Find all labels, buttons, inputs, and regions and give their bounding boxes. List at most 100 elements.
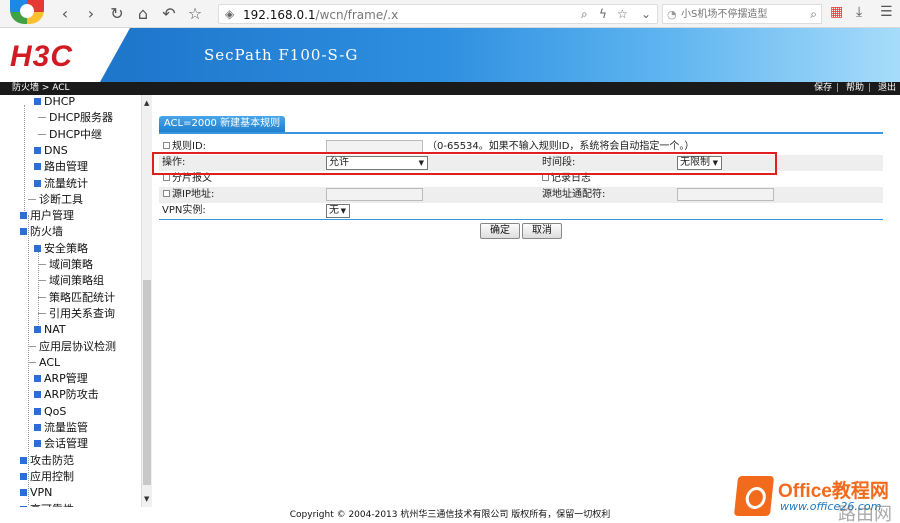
rule-id-label: 规则ID: <box>172 141 207 152</box>
sidebar-item-nat[interactable]: NAT <box>34 322 66 338</box>
sidebar-item-policy-match-stats[interactable]: 策略匹配统计 <box>38 290 115 306</box>
sidebar-item-dhcp-relay[interactable]: DHCP中继 <box>38 127 102 143</box>
source-wildcard-input[interactable] <box>677 188 774 201</box>
forward-icon[interactable]: › <box>80 3 102 25</box>
folder-node-icon <box>34 375 41 383</box>
sidebar-item-app-control[interactable]: 应用控制 <box>20 469 74 485</box>
sidebar-item-diagnostics[interactable]: 诊断工具 <box>28 192 83 208</box>
ok-button[interactable]: 确定 <box>480 223 520 239</box>
source-ip-input[interactable] <box>326 188 423 201</box>
sidebar-item-label: 流量监管 <box>44 421 88 434</box>
folder-node-icon <box>34 440 41 448</box>
address-bar[interactable]: ◈ 192.168.0.1/wcn/frame/.x ⌕ ϟ ☆ ⌄ <box>218 4 658 24</box>
logout-link[interactable]: 退出 <box>878 83 896 93</box>
sidebar-item-qos[interactable]: QoS <box>34 404 66 420</box>
browser-logo-icon <box>10 0 44 24</box>
sidebar-item-vpn[interactable]: VPN <box>20 485 52 501</box>
refresh-icon[interactable]: ↻ <box>106 3 128 25</box>
save-link[interactable]: 保存 <box>814 83 832 93</box>
sidebar-item-security-policy[interactable]: 安全策略 <box>34 241 88 257</box>
watermark-extra: 路由网 <box>838 504 892 523</box>
home-icon[interactable]: ⌂ <box>132 3 154 25</box>
tree-branch-icon <box>38 296 46 298</box>
sidebar-item-reference-query[interactable]: 引用关系查询 <box>38 306 115 322</box>
sidebar-item-user-mgmt[interactable]: 用户管理 <box>20 208 74 224</box>
sidebar-scrollbar[interactable]: ▲ ▼ <box>141 95 152 507</box>
folder-node-icon <box>34 326 41 334</box>
search-input[interactable] <box>681 7 799 21</box>
address-url[interactable]: 192.168.0.1/wcn/frame/.x <box>243 8 398 22</box>
scroll-thumb[interactable] <box>143 280 151 485</box>
help-link[interactable]: 帮助 <box>846 83 864 93</box>
fragment-checkbox[interactable] <box>163 174 170 181</box>
tree-guide-line <box>24 105 25 215</box>
sidebar-item-dns[interactable]: DNS <box>34 143 68 159</box>
source-ip-row: 源IP地址: 源地址通配符: <box>159 187 883 203</box>
folder-node-icon <box>34 163 41 171</box>
cancel-button[interactable]: 取消 <box>522 223 562 239</box>
source-ip-label: 源IP地址: <box>172 189 215 200</box>
undo-icon[interactable]: ↶ <box>158 3 180 25</box>
chevron-down-icon: ▼ <box>340 207 346 215</box>
sidebar-item-interzone-policy-group[interactable]: 域间策略组 <box>38 273 104 289</box>
sidebar-item-routing[interactable]: 路由管理 <box>34 159 88 175</box>
sidebar-item-arp-mgmt[interactable]: ARP管理 <box>34 371 88 387</box>
vpn-label: VPN实例: <box>162 205 206 216</box>
sidebar-item-dhcp[interactable]: DHCP <box>34 95 75 110</box>
favorite-star-icon[interactable]: ☆ <box>184 3 206 25</box>
folder-node-icon <box>34 146 41 154</box>
folder-node-icon <box>20 212 27 220</box>
sidebar-item-traffic-policing[interactable]: 流量监管 <box>34 420 88 436</box>
security-shield-icon: ◈ <box>225 7 235 21</box>
sidebar-item-label: DNS <box>44 143 68 157</box>
source-ip-checkbox[interactable] <box>163 190 170 197</box>
tab-new-basic-rule[interactable]: ACL=2000 新建基本规则 <box>159 116 285 132</box>
nav-strip: 防火墙 > ACL 保存 | 帮助 | 退出 <box>0 82 900 95</box>
menu-icon[interactable]: ☰ <box>880 4 893 20</box>
device-model: SecPath F100-S-G <box>204 46 359 64</box>
sidebar-item-interzone-policy[interactable]: 域间策略 <box>38 257 93 273</box>
sidebar-item-arp-defense[interactable]: ARP防攻击 <box>34 387 99 403</box>
scroll-up-icon[interactable]: ▲ <box>144 99 149 107</box>
sidebar-tree: DHCP DHCP服务器 DHCP中继 DNS 路由管理流量统计 诊断工具用户管理 防火墙安… <box>0 95 152 507</box>
folder-node-icon <box>20 489 27 497</box>
vpn-select[interactable]: 无 ▼ <box>326 204 350 218</box>
sidebar-item-acl[interactable]: ACL <box>28 355 60 371</box>
tree-branch-icon <box>38 264 46 265</box>
search-icon[interactable]: ⌕ <box>810 7 817 22</box>
folder-node-icon <box>34 407 41 415</box>
sidebar-item-attack-defense[interactable]: 攻击防范 <box>20 453 74 469</box>
browser-search-box[interactable]: ◔ ⌕ <box>662 4 822 24</box>
sidebar-item-label: DHCP服务器 <box>49 111 114 125</box>
dropdown-chevron-icon[interactable]: ⌄ <box>641 7 651 21</box>
app-header: H3C SecPath F100-S-G <box>0 28 900 82</box>
sidebar-item-label: NAT <box>44 323 66 337</box>
bookmark-star-icon[interactable]: ☆ <box>617 7 628 21</box>
zoom-search-icon[interactable]: ⌕ <box>581 7 588 22</box>
sidebar-item-label: 路由管理 <box>44 160 88 174</box>
sidebar-item-label: 诊断工具 <box>39 192 83 206</box>
scroll-down-icon[interactable]: ▼ <box>144 495 149 503</box>
sidebar-item-label: ACL <box>39 355 61 369</box>
sidebar-item-label: 安全策略 <box>44 241 88 255</box>
lightning-icon[interactable]: ϟ <box>599 7 607 21</box>
back-icon[interactable]: ‹ <box>54 3 76 25</box>
sidebar-item-firewall[interactable]: 防火墙 <box>20 224 63 240</box>
sidebar-item-session-mgmt[interactable]: 会话管理 <box>34 436 88 452</box>
sidebar-item-app-protocol-detection[interactable]: 应用层协议检测 <box>28 339 116 355</box>
sidebar-item-label: DHCP <box>44 95 76 108</box>
form-bottom-line <box>159 219 883 220</box>
download-icon[interactable]: ⤓ <box>856 4 862 20</box>
apps-grid-icon[interactable]: ▦ <box>830 4 843 20</box>
rule-id-checkbox[interactable] <box>163 142 170 149</box>
sidebar-item-label: 攻击防范 <box>30 453 74 467</box>
sidebar-item-traffic-stats[interactable]: 流量统计 <box>34 176 88 192</box>
sidebar-item-dhcp-server[interactable]: DHCP服务器 <box>38 110 113 126</box>
tree-branch-icon <box>38 117 46 119</box>
sidebar-item-label: 域间策略组 <box>49 274 104 288</box>
tree-branch-icon <box>28 345 36 347</box>
sidebar-item-label: 应用控制 <box>30 469 74 483</box>
log-checkbox[interactable] <box>542 174 549 181</box>
sidebar-item-label: DHCP中继 <box>49 127 103 141</box>
folder-node-icon <box>20 456 27 464</box>
